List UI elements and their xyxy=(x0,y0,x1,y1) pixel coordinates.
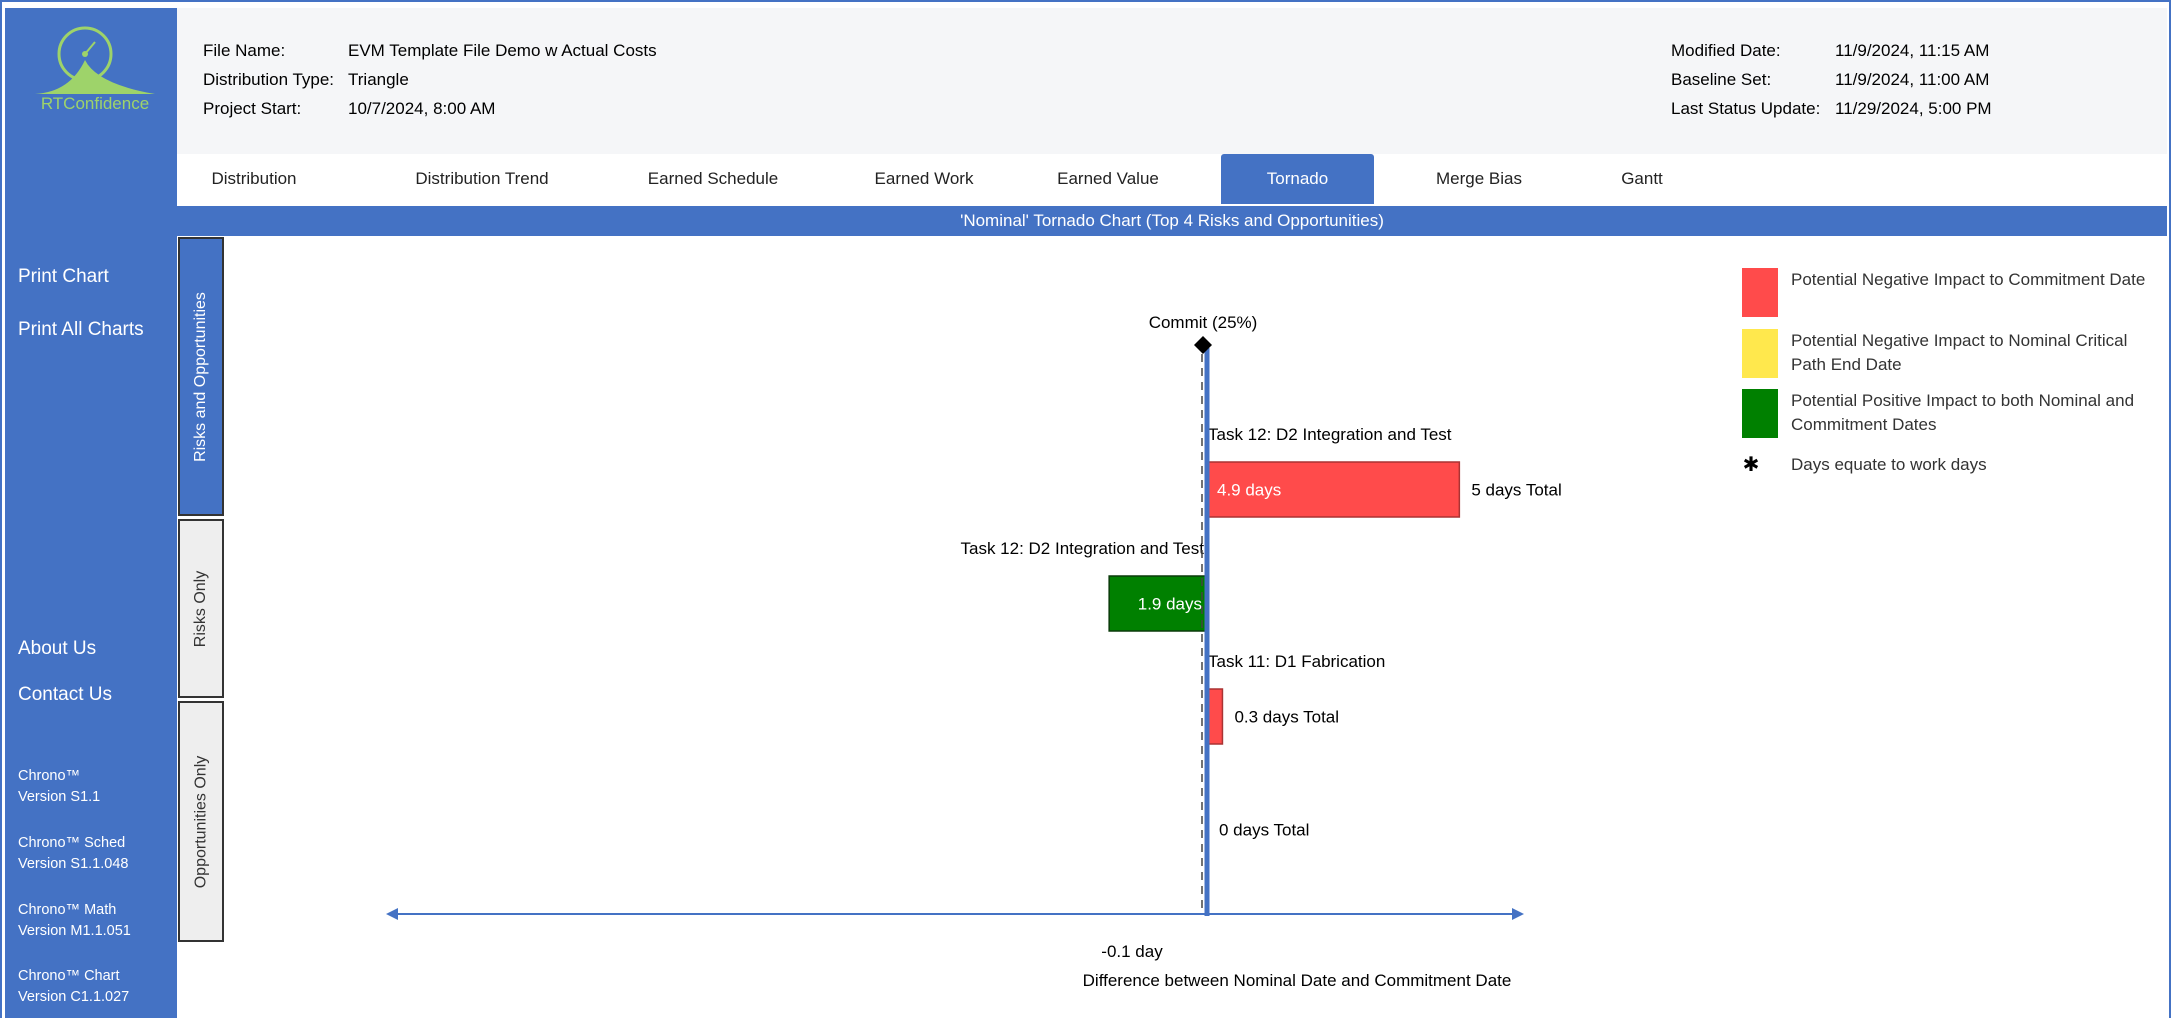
task-label: Task 12: D2 Integration and Test xyxy=(1208,425,1452,444)
side-tab-label: Opportunities Only xyxy=(192,755,210,888)
last-status-value: 11/29/2024, 5:00 PM xyxy=(1835,99,1992,118)
version-number: Version S1.1.048 xyxy=(18,856,129,872)
print-all-charts-link[interactable]: Print All Charts xyxy=(18,319,144,341)
total-label: 0.3 days Total xyxy=(1234,708,1339,727)
commit-label: Commit (25%) xyxy=(1149,313,1258,332)
version-chrono: Chrono™ Version S1.1 xyxy=(18,766,100,808)
modified-date-value: 11/9/2024, 11:15 AM xyxy=(1835,41,1990,60)
side-tab-risks-and-opportunities[interactable]: Risks and Opportunities xyxy=(178,237,224,516)
file-name-label: File Name: xyxy=(203,41,286,60)
modified-date-label: Modified Date: xyxy=(1671,41,1781,60)
task-label: Task 11: D1 Fabrication xyxy=(1208,652,1385,671)
side-tab-risks-only[interactable]: Risks Only xyxy=(178,519,224,698)
legend-label: Potential Positive Impact to both Nomina… xyxy=(1791,391,2135,434)
about-us-link[interactable]: About Us xyxy=(18,638,96,660)
baseline-set-value: 11/9/2024, 11:00 AM xyxy=(1835,70,1990,89)
logo: RTConfidence xyxy=(25,22,165,122)
x-tick-label: -0.1 day xyxy=(1101,942,1163,961)
side-tab-opportunities-only[interactable]: Opportunities Only xyxy=(178,701,224,942)
contact-us-link[interactable]: Contact Us xyxy=(18,684,112,706)
legend-swatch-yellow xyxy=(1742,329,1778,378)
version-name: Chrono™ Math xyxy=(18,902,117,918)
tab-earned-schedule[interactable]: Earned Schedule xyxy=(623,154,803,204)
print-chart-link[interactable]: Print Chart xyxy=(18,266,109,288)
side-tab-label: Risks and Opportunities xyxy=(192,291,210,462)
version-number: Version C1.1.027 xyxy=(18,989,130,1005)
tab-distribution-trend[interactable]: Distribution Trend xyxy=(382,154,582,204)
version-number: Version S1.1 xyxy=(18,789,101,805)
bar-value-label: 4.9 days xyxy=(1217,481,1281,500)
chart-tabs: Distribution Distribution Trend Earned S… xyxy=(177,154,2167,204)
version-chrono-chart: Chrono™ Chart Version C1.1.027 xyxy=(18,966,129,1008)
legend-label: Days equate to work days xyxy=(1791,455,1987,474)
version-name: Chrono™ xyxy=(18,768,81,784)
tab-distribution[interactable]: Distribution xyxy=(191,154,317,204)
project-start-label: Project Start: xyxy=(203,99,302,118)
x-axis-title: Difference between Nominal Date and Comm… xyxy=(1083,971,1512,990)
version-number: Version M1.1.051 xyxy=(18,923,131,939)
version-chrono-sched: Chrono™ Sched Version S1.1.048 xyxy=(18,833,128,875)
version-name: Chrono™ Chart xyxy=(18,968,120,984)
tab-gantt[interactable]: Gantt xyxy=(1587,154,1697,204)
total-label: 5 days Total xyxy=(1471,481,1561,500)
x-axis-arrow-left xyxy=(386,908,398,920)
version-chrono-math: Chrono™ Math Version M1.1.051 xyxy=(18,900,131,942)
file-name-value: EVM Template File Demo w Actual Costs xyxy=(348,41,657,60)
last-status-label: Last Status Update: xyxy=(1671,99,1821,118)
legend-swatch-red xyxy=(1742,268,1778,317)
legend-label: Potential Negative Impact to Commitment … xyxy=(1791,270,2146,289)
bar-value-label: 1.9 days xyxy=(1138,595,1202,614)
legend-swatch-green xyxy=(1742,389,1778,438)
legend-label: Potential Negative Impact to Nominal Cri… xyxy=(1791,331,2128,374)
tab-earned-value[interactable]: Earned Value xyxy=(1033,154,1183,204)
distribution-type-label: Distribution Type: xyxy=(203,70,335,89)
tab-tornado[interactable]: Tornado xyxy=(1221,154,1374,204)
logo-text: RTConfidence xyxy=(40,94,150,113)
side-tab-label: Risks Only xyxy=(192,570,210,647)
version-name: Chrono™ Sched xyxy=(18,835,126,851)
task-label: Task 12: D2 Integration and Test xyxy=(960,539,1204,558)
asterisk-icon: ✱ xyxy=(1742,454,1760,476)
baseline-set-label: Baseline Set: xyxy=(1671,70,1772,89)
x-axis-arrow-right xyxy=(1512,908,1524,920)
chart-title: 'Nominal' Tornado Chart (Top 4 Risks and… xyxy=(177,206,2167,236)
file-info-header: File Name: EVM Template File Demo w Actu… xyxy=(177,8,2167,154)
distribution-type-value: Triangle xyxy=(348,70,409,89)
tornado-chart: Task 12: D2 Integration and Test 4.9 days… xyxy=(226,236,2167,1018)
total-label: 0 days Total xyxy=(1219,821,1309,840)
project-start-value: 10/7/2024, 8:00 AM xyxy=(348,99,496,118)
tab-earned-work[interactable]: Earned Work xyxy=(849,154,999,204)
logo-icon xyxy=(35,26,155,94)
tab-merge-bias[interactable]: Merge Bias xyxy=(1409,154,1549,204)
sidebar: RTConfidence Print Chart Print All Chart… xyxy=(5,8,177,1018)
